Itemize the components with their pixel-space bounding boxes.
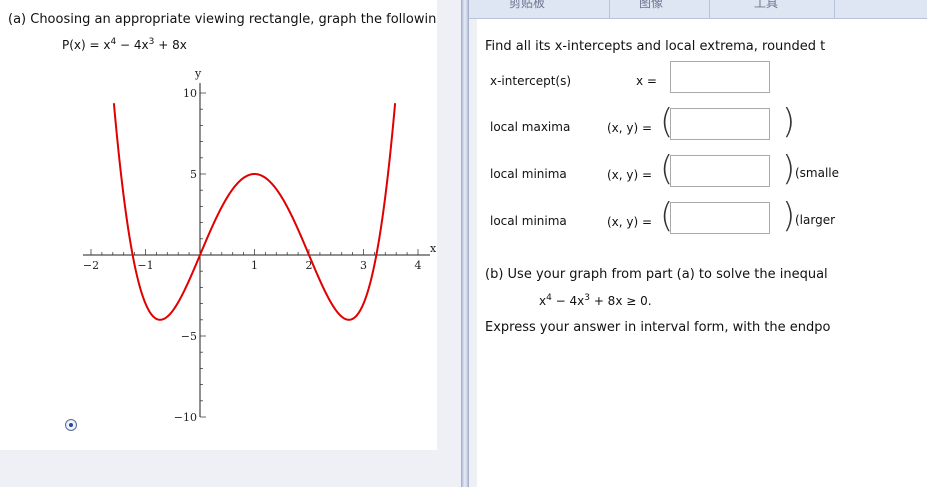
local-maxima-input[interactable] — [670, 108, 770, 140]
x-tick-label: 4 — [415, 259, 422, 272]
ribbon-clipboard[interactable]: 剪贴板 — [509, 0, 545, 11]
prompt-text: Find all its x-intercepts and local extr… — [485, 39, 826, 54]
x-tick-label: −2 — [83, 259, 99, 272]
express-instruction: Express your answer in interval form, wi… — [485, 320, 831, 335]
local-minima-var-1: (x, y) = — [607, 168, 653, 182]
function-definition: P(x) = x4 − 4x3 + 8x — [62, 37, 187, 52]
inequality-b: − 4x — [551, 294, 585, 308]
function-rhs: + 8x — [154, 38, 187, 52]
y-tick-label: 10 — [183, 87, 197, 100]
y-tick-label: −10 — [174, 411, 197, 424]
x-intercept-input[interactable] — [670, 61, 770, 93]
y-axis-label: y — [194, 67, 202, 80]
right-panel: 剪贴板 图像 工具 Find all its x-intercepts and … — [469, 0, 927, 487]
question-content: Find all its x-intercepts and local extr… — [477, 19, 927, 487]
ribbon-separator — [709, 0, 710, 18]
x-axis-label: x — [430, 242, 437, 255]
left-panel-footer — [0, 450, 437, 487]
window-splitter[interactable] — [461, 0, 469, 487]
local-minima-label-1: local minima — [490, 167, 567, 181]
x-tick-label: 1 — [251, 259, 258, 272]
local-minima-var-2: (x, y) = — [607, 215, 653, 229]
graph-option-radio[interactable] — [65, 419, 77, 431]
x-intercept-var: x = — [636, 74, 657, 88]
local-minima-input-2[interactable] — [670, 202, 770, 234]
y-tick-label: −5 — [181, 330, 197, 343]
function-lhs: P(x) = x — [62, 38, 111, 52]
local-maxima-var: (x, y) = — [607, 121, 653, 135]
function-mid: − 4x — [116, 38, 149, 52]
local-maxima-label: local maxima — [490, 120, 571, 134]
left-panel: (a) Choosing an appropriate viewing rect… — [0, 0, 437, 450]
close-paren: ) — [782, 149, 796, 189]
local-minima-label-2: local minima — [490, 214, 567, 228]
x-tick-label: 3 — [360, 259, 367, 272]
function-graph: x y −2 −1 1 2 3 4 105−5−10 — [83, 67, 437, 424]
inequality: x4 − 4x3 + 8x ≥ 0. — [539, 293, 652, 308]
ribbon-image[interactable]: 图像 — [639, 0, 663, 11]
question-a-text: (a) Choosing an appropriate viewing rect… — [8, 12, 437, 27]
local-minima-input-1[interactable] — [670, 155, 770, 187]
x-intercept-label: x-intercept(s) — [490, 74, 572, 88]
ribbon-toolbar: 剪贴板 图像 工具 — [469, 0, 927, 19]
local-minima-note-2: (larger — [795, 213, 836, 227]
inequality-c: + 8x ≥ 0. — [590, 294, 652, 308]
ribbon-separator — [609, 0, 610, 18]
left-panel-scroll-strip — [437, 0, 461, 487]
local-minima-note-1: (smalle — [795, 166, 840, 180]
function-curve — [112, 103, 397, 321]
close-paren: ) — [782, 102, 796, 142]
radio-selected-dot — [69, 423, 73, 427]
ribbon-tools[interactable]: 工具 — [754, 0, 778, 11]
close-paren: ) — [782, 196, 796, 236]
ribbon-separator — [834, 0, 835, 18]
y-tick-label: 5 — [190, 168, 197, 181]
question-b-text: (b) Use your graph from part (a) to solv… — [485, 267, 828, 282]
x-tick-label: −1 — [137, 259, 153, 272]
